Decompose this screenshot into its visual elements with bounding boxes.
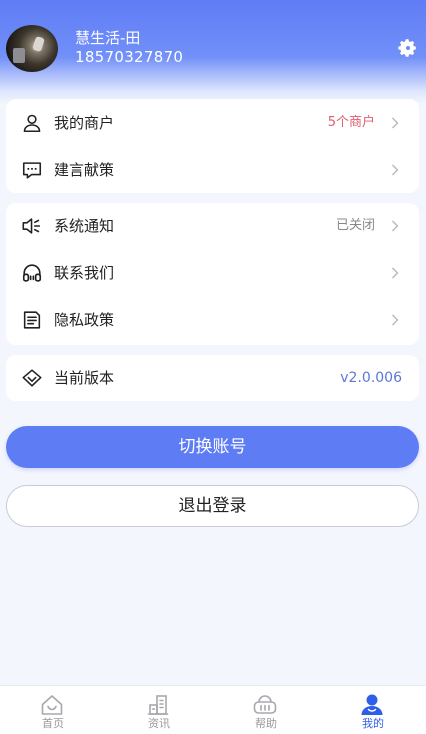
user-name: 慧生活-田 <box>75 29 141 47</box>
diamond-icon <box>22 369 42 387</box>
chevron-right-icon <box>392 164 399 176</box>
menu-label: 隐私政策 <box>54 311 115 329</box>
menu-card-version: 当前版本 v2.0.006 <box>6 355 419 401</box>
menu-card-system: 系统通知 已关闭 联系我们 隐私政策 <box>6 203 419 345</box>
menu-label: 建言献策 <box>54 161 115 179</box>
avatar-detail <box>13 48 25 63</box>
notification-status: 已关闭 <box>335 218 375 233</box>
chevron-right-icon <box>392 314 399 326</box>
avatar-detail <box>32 35 45 53</box>
menu-label: 系统通知 <box>54 217 115 235</box>
tab-home[interactable]: 首页 <box>0 686 106 734</box>
avatar[interactable] <box>6 25 58 72</box>
tab-label: 我的 <box>362 717 384 730</box>
home-icon <box>41 695 63 715</box>
chevron-right-icon <box>392 220 399 232</box>
gear-icon[interactable] <box>397 37 419 59</box>
menu-label: 我的商户 <box>54 114 115 132</box>
tab-label: 资讯 <box>148 717 170 730</box>
logout-button[interactable]: 退出登录 <box>6 485 419 527</box>
menu-item-version[interactable]: 当前版本 v2.0.006 <box>6 358 419 398</box>
person-icon <box>361 694 383 715</box>
user-icon <box>23 114 41 133</box>
user-phone: 18570327870 <box>75 48 184 66</box>
chevron-right-icon <box>392 267 399 279</box>
chevron-right-icon <box>392 117 399 129</box>
tab-news[interactable]: 资讯 <box>106 686 212 734</box>
profile-header: 慧生活-田 18570327870 <box>0 0 426 104</box>
headset-icon <box>22 264 42 282</box>
tab-help[interactable]: 帮助 <box>213 686 319 734</box>
menu-label: 当前版本 <box>54 369 115 387</box>
switch-account-button[interactable]: 切换账号 <box>6 426 419 468</box>
menu-item-notifications[interactable]: 系统通知 已关闭 <box>6 206 419 246</box>
version-number: v2.0.006 <box>340 370 402 386</box>
tab-mine[interactable]: 我的 <box>320 686 426 734</box>
menu-item-contact[interactable]: 联系我们 <box>6 253 419 293</box>
building-icon <box>147 695 169 715</box>
basket-icon <box>253 695 277 714</box>
menu-label: 联系我们 <box>54 264 115 282</box>
document-icon <box>23 311 41 329</box>
speaker-icon <box>22 218 41 234</box>
bottom-tab-bar: 首页 资讯 帮助 我的 <box>0 685 426 734</box>
menu-item-suggestions[interactable]: 建言献策 <box>6 150 419 190</box>
merchant-count: 5个商户 <box>327 115 375 130</box>
menu-item-merchants[interactable]: 我的商户 5个商户 <box>6 103 419 143</box>
tab-label: 帮助 <box>255 717 277 730</box>
menu-card-merchants: 我的商户 5个商户 建言献策 <box>6 99 419 193</box>
tab-label: 首页 <box>42 717 64 730</box>
menu-item-privacy[interactable]: 隐私政策 <box>6 300 419 340</box>
message-icon <box>22 162 42 179</box>
